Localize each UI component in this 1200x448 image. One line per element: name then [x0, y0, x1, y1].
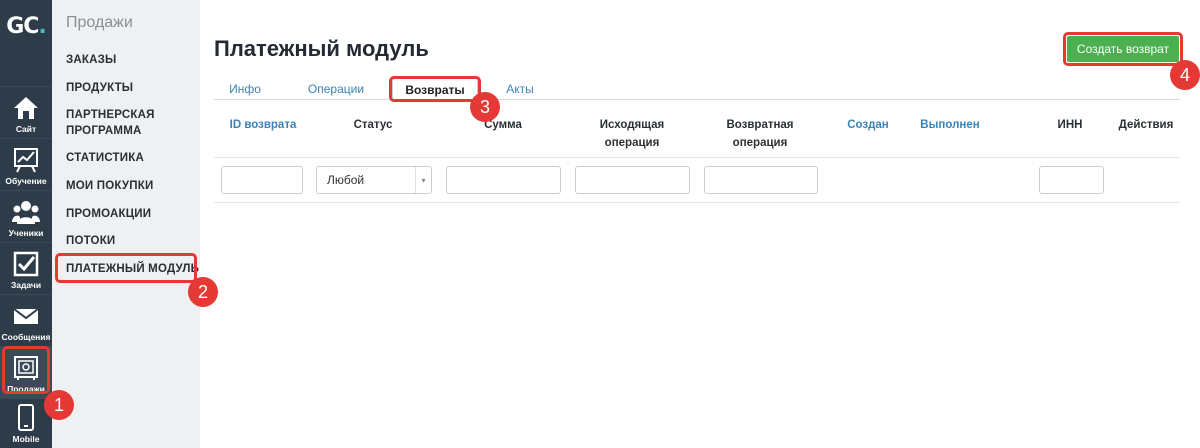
highlight-sales	[2, 346, 50, 394]
column-header-completed[interactable]: Выполнен	[912, 116, 988, 134]
logo-text: GC.	[6, 13, 47, 39]
header-line: операция	[732, 137, 788, 149]
step-badge: 2	[188, 277, 218, 307]
submenu-item-partner-program[interactable]: ПАРТНЕРСКАЯ ПРОГРАММА	[66, 107, 155, 139]
return-operation-filter-input[interactable]	[704, 166, 818, 194]
column-header-status: Статус	[353, 119, 393, 131]
table-divider	[214, 157, 1180, 158]
header-line: Исходящая	[599, 119, 665, 131]
highlight-payment-module	[55, 253, 197, 283]
users-icon	[12, 201, 40, 224]
tab-operations[interactable]: Операции	[296, 78, 376, 100]
rail-label: Задачи	[10, 280, 42, 290]
inn-filter-input[interactable]	[1039, 166, 1104, 194]
rail-label: Mobile	[12, 434, 40, 444]
rail-item-students[interactable]: Ученики	[0, 190, 52, 242]
submenu-item-label: ПАРТНЕРСКАЯ	[66, 109, 155, 121]
rail-label: Сообщения	[1, 332, 51, 342]
rail-label: Обучение	[5, 176, 47, 186]
column-header-source-operation: Исходящая операция	[582, 116, 682, 152]
tab-acts[interactable]: Акты	[494, 78, 546, 100]
rail-item-site[interactable]: Сайт	[0, 86, 52, 138]
column-header-id[interactable]: ID возврата	[222, 116, 304, 134]
checkbox-icon	[13, 251, 39, 277]
submenu-title: Продажи	[66, 14, 133, 31]
phone-icon	[18, 404, 34, 431]
page-title: Платежный модуль	[214, 36, 429, 61]
status-filter-value: Любой	[327, 173, 365, 187]
step-badge: 1	[44, 390, 74, 420]
submenu-item-products[interactable]: ПРОДУКТЫ	[66, 80, 133, 96]
home-icon	[14, 97, 38, 119]
rail-label: Ученики	[8, 228, 44, 238]
rail-item-tasks[interactable]: Задачи	[0, 242, 52, 294]
header-line: операция	[604, 137, 660, 149]
submenu-item-orders[interactable]: ЗАКАЗЫ	[66, 52, 117, 68]
step-badge: 4	[1170, 60, 1200, 90]
id-filter-input[interactable]	[221, 166, 303, 194]
app-root: GC. Сайт Обучение Ученики Задачи Сообщен…	[0, 0, 1200, 448]
rail-item-messages[interactable]: Сообщения	[0, 294, 52, 346]
status-filter-select[interactable]: Любой ▾	[316, 166, 432, 194]
sales-submenu: Продажи ЗАКАЗЫ ПРОДУКТЫ ПАРТНЕРСКАЯ ПРОГ…	[52, 0, 200, 448]
submenu-item-my-purchases[interactable]: МОИ ПОКУПКИ	[66, 178, 153, 194]
table-divider	[214, 202, 1180, 203]
chart-board-icon	[14, 148, 38, 173]
column-header-created[interactable]: Создан	[836, 116, 900, 134]
highlight-create-button	[1063, 32, 1183, 66]
step-badge: 3	[470, 92, 500, 122]
column-header-return-operation: Возвратная операция	[710, 116, 810, 152]
sum-filter-input[interactable]	[446, 166, 561, 194]
source-operation-filter-input[interactable]	[575, 166, 690, 194]
logo[interactable]: GC.	[0, 0, 52, 52]
column-header-inn: ИНН	[1057, 119, 1083, 131]
header-line: Возвратная	[726, 119, 794, 131]
submenu-item-label: ПРОГРАММА	[66, 125, 142, 137]
highlight-refunds-tab	[389, 76, 481, 102]
rail-item-learning[interactable]: Обучение	[0, 138, 52, 190]
submenu-item-streams[interactable]: ПОТОКИ	[66, 233, 115, 249]
column-header-actions: Действия	[1118, 119, 1174, 131]
submenu-item-statistics[interactable]: СТАТИСТИКА	[66, 150, 144, 166]
column-header-sum: Сумма	[484, 119, 522, 131]
tab-info[interactable]: Инфо	[214, 78, 276, 100]
tabs-bar: Инфо Операции Возвраты Акты	[214, 78, 1180, 101]
submenu-item-promotions[interactable]: ПРОМОАКЦИИ	[66, 206, 151, 222]
rail-label: Сайт	[15, 124, 37, 134]
chevron-down-icon: ▾	[415, 167, 431, 193]
envelope-icon	[13, 308, 39, 324]
